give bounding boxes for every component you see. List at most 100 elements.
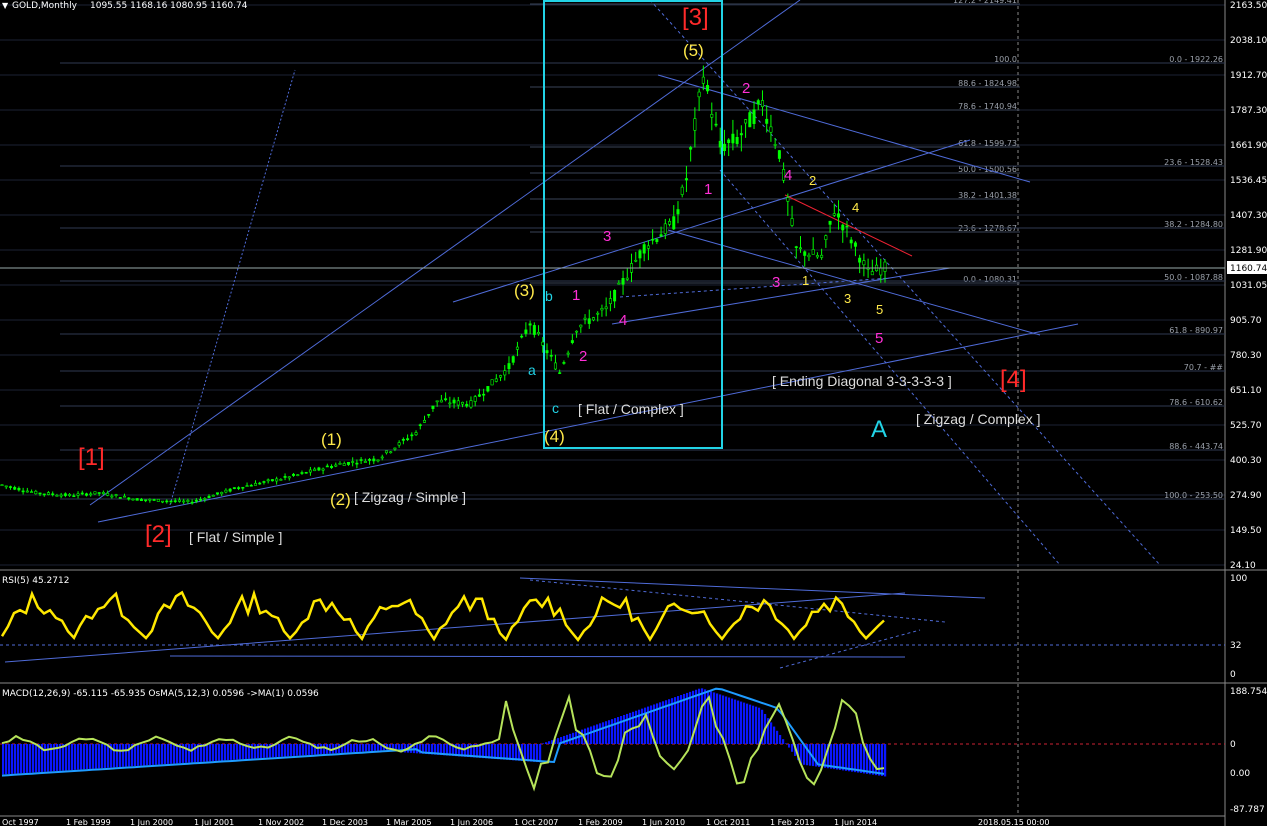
candle-body	[803, 251, 807, 256]
macd-bar	[749, 704, 752, 744]
chart-canvas: 127.2 - 2149.41100.088.6 - 1824.9878.6 -…	[0, 0, 1267, 826]
candle-body	[858, 257, 862, 263]
candle-body	[625, 277, 629, 280]
candle-body	[537, 332, 541, 335]
price-tick-label: 651.10	[1230, 386, 1262, 396]
candle-body	[448, 402, 452, 405]
candle-body	[34, 490, 38, 495]
candle-body	[815, 255, 819, 258]
macd-bar	[602, 722, 605, 744]
candle-body	[194, 499, 198, 502]
label-zigzag-complex: [ Zigzag / Complex ]	[916, 411, 1041, 427]
fib-label-left: 88.6 - 1824.98	[958, 79, 1017, 88]
candle-body	[165, 500, 169, 503]
candle-body	[811, 249, 815, 255]
candle-body	[790, 218, 794, 226]
macd-bar	[293, 744, 296, 756]
macd-bar	[683, 693, 686, 744]
macd-bar	[359, 744, 362, 752]
macd-bar	[851, 744, 854, 772]
candle-body	[684, 178, 688, 181]
time-tick-label: 2018.05.15 00:00	[978, 818, 1049, 826]
chart-ohlc: 1095.55 1168.16 1080.95 1160.74	[90, 1, 248, 11]
candle-body	[511, 356, 515, 363]
macd-bar	[221, 744, 224, 761]
macd-bar	[530, 744, 533, 762]
price-tick-label: 1281.90	[1230, 246, 1267, 256]
label-flat-complex: [ Flat / Complex ]	[578, 401, 684, 417]
wave-magenta-4b: 4	[784, 167, 792, 184]
macd-bar	[104, 744, 107, 768]
macd-bar	[830, 744, 833, 769]
wave-magenta-4a: 4	[619, 312, 627, 329]
candle-body	[199, 499, 203, 501]
candle-body	[351, 461, 355, 463]
candle-body	[161, 500, 165, 503]
macd-bar	[143, 744, 146, 766]
macd-bar	[350, 744, 353, 753]
candle-body	[672, 216, 676, 230]
candle-body	[786, 197, 790, 202]
candle-body	[21, 490, 25, 493]
macd-bar	[5, 744, 8, 775]
rsi-scale-32: 32	[1230, 641, 1241, 651]
macd-bar	[860, 744, 863, 773]
candle-body	[456, 400, 460, 406]
candle-body	[849, 239, 853, 244]
candle-body	[317, 467, 321, 471]
candle-body	[562, 362, 566, 364]
candle-body	[241, 486, 245, 489]
macd-bar	[284, 744, 287, 757]
candle-body	[444, 398, 448, 401]
macd-bar	[356, 744, 359, 752]
candle-body	[80, 492, 84, 495]
macd-bar	[857, 744, 860, 773]
candle-body	[549, 355, 553, 357]
macd-bar	[20, 744, 23, 774]
price-tick-label: 149.50	[1230, 526, 1262, 536]
macd-bar	[614, 718, 617, 744]
time-tick-label: 1 Dec 2003	[322, 818, 368, 826]
candle-body	[207, 495, 211, 499]
macd-bar	[239, 744, 242, 760]
candle-body	[845, 225, 849, 228]
candle-body	[773, 144, 777, 146]
candle-body	[4, 485, 8, 488]
candle-body	[308, 469, 312, 473]
macd-bar	[11, 744, 14, 774]
candle-body	[55, 494, 59, 497]
candle-body	[680, 186, 684, 195]
macd-bar	[71, 744, 74, 771]
candle-body	[794, 246, 798, 248]
candle-body	[452, 399, 456, 404]
candle-body	[807, 254, 811, 258]
candle-body	[325, 465, 329, 468]
candle-body	[752, 109, 756, 124]
macd-bar	[509, 744, 512, 761]
macd-bar	[734, 699, 737, 744]
macd-bar	[155, 744, 158, 765]
candle-body	[431, 405, 435, 409]
candle-body	[215, 492, 219, 495]
macd-bar	[65, 744, 68, 771]
price-tick-label: 1536.45	[1230, 176, 1267, 186]
candle-body	[262, 481, 266, 483]
macd-bar	[290, 744, 293, 757]
macd-bar	[743, 702, 746, 744]
candle-body	[697, 91, 701, 98]
candle-body	[528, 323, 532, 326]
candle-body	[503, 370, 507, 376]
candle-body	[220, 491, 224, 495]
candle-body	[570, 340, 574, 343]
candle-body	[482, 393, 486, 396]
macd-bar	[608, 720, 611, 744]
macd-bar	[287, 744, 290, 757]
macd-bar	[587, 727, 590, 744]
candle-body	[8, 486, 12, 488]
wave-magenta-5b: 5	[875, 330, 883, 347]
macd-bar	[146, 744, 149, 766]
macd-bar	[167, 744, 170, 764]
price-tick-label: 1407.30	[1230, 211, 1267, 221]
candle-body	[401, 438, 405, 441]
candle-body	[499, 375, 503, 378]
